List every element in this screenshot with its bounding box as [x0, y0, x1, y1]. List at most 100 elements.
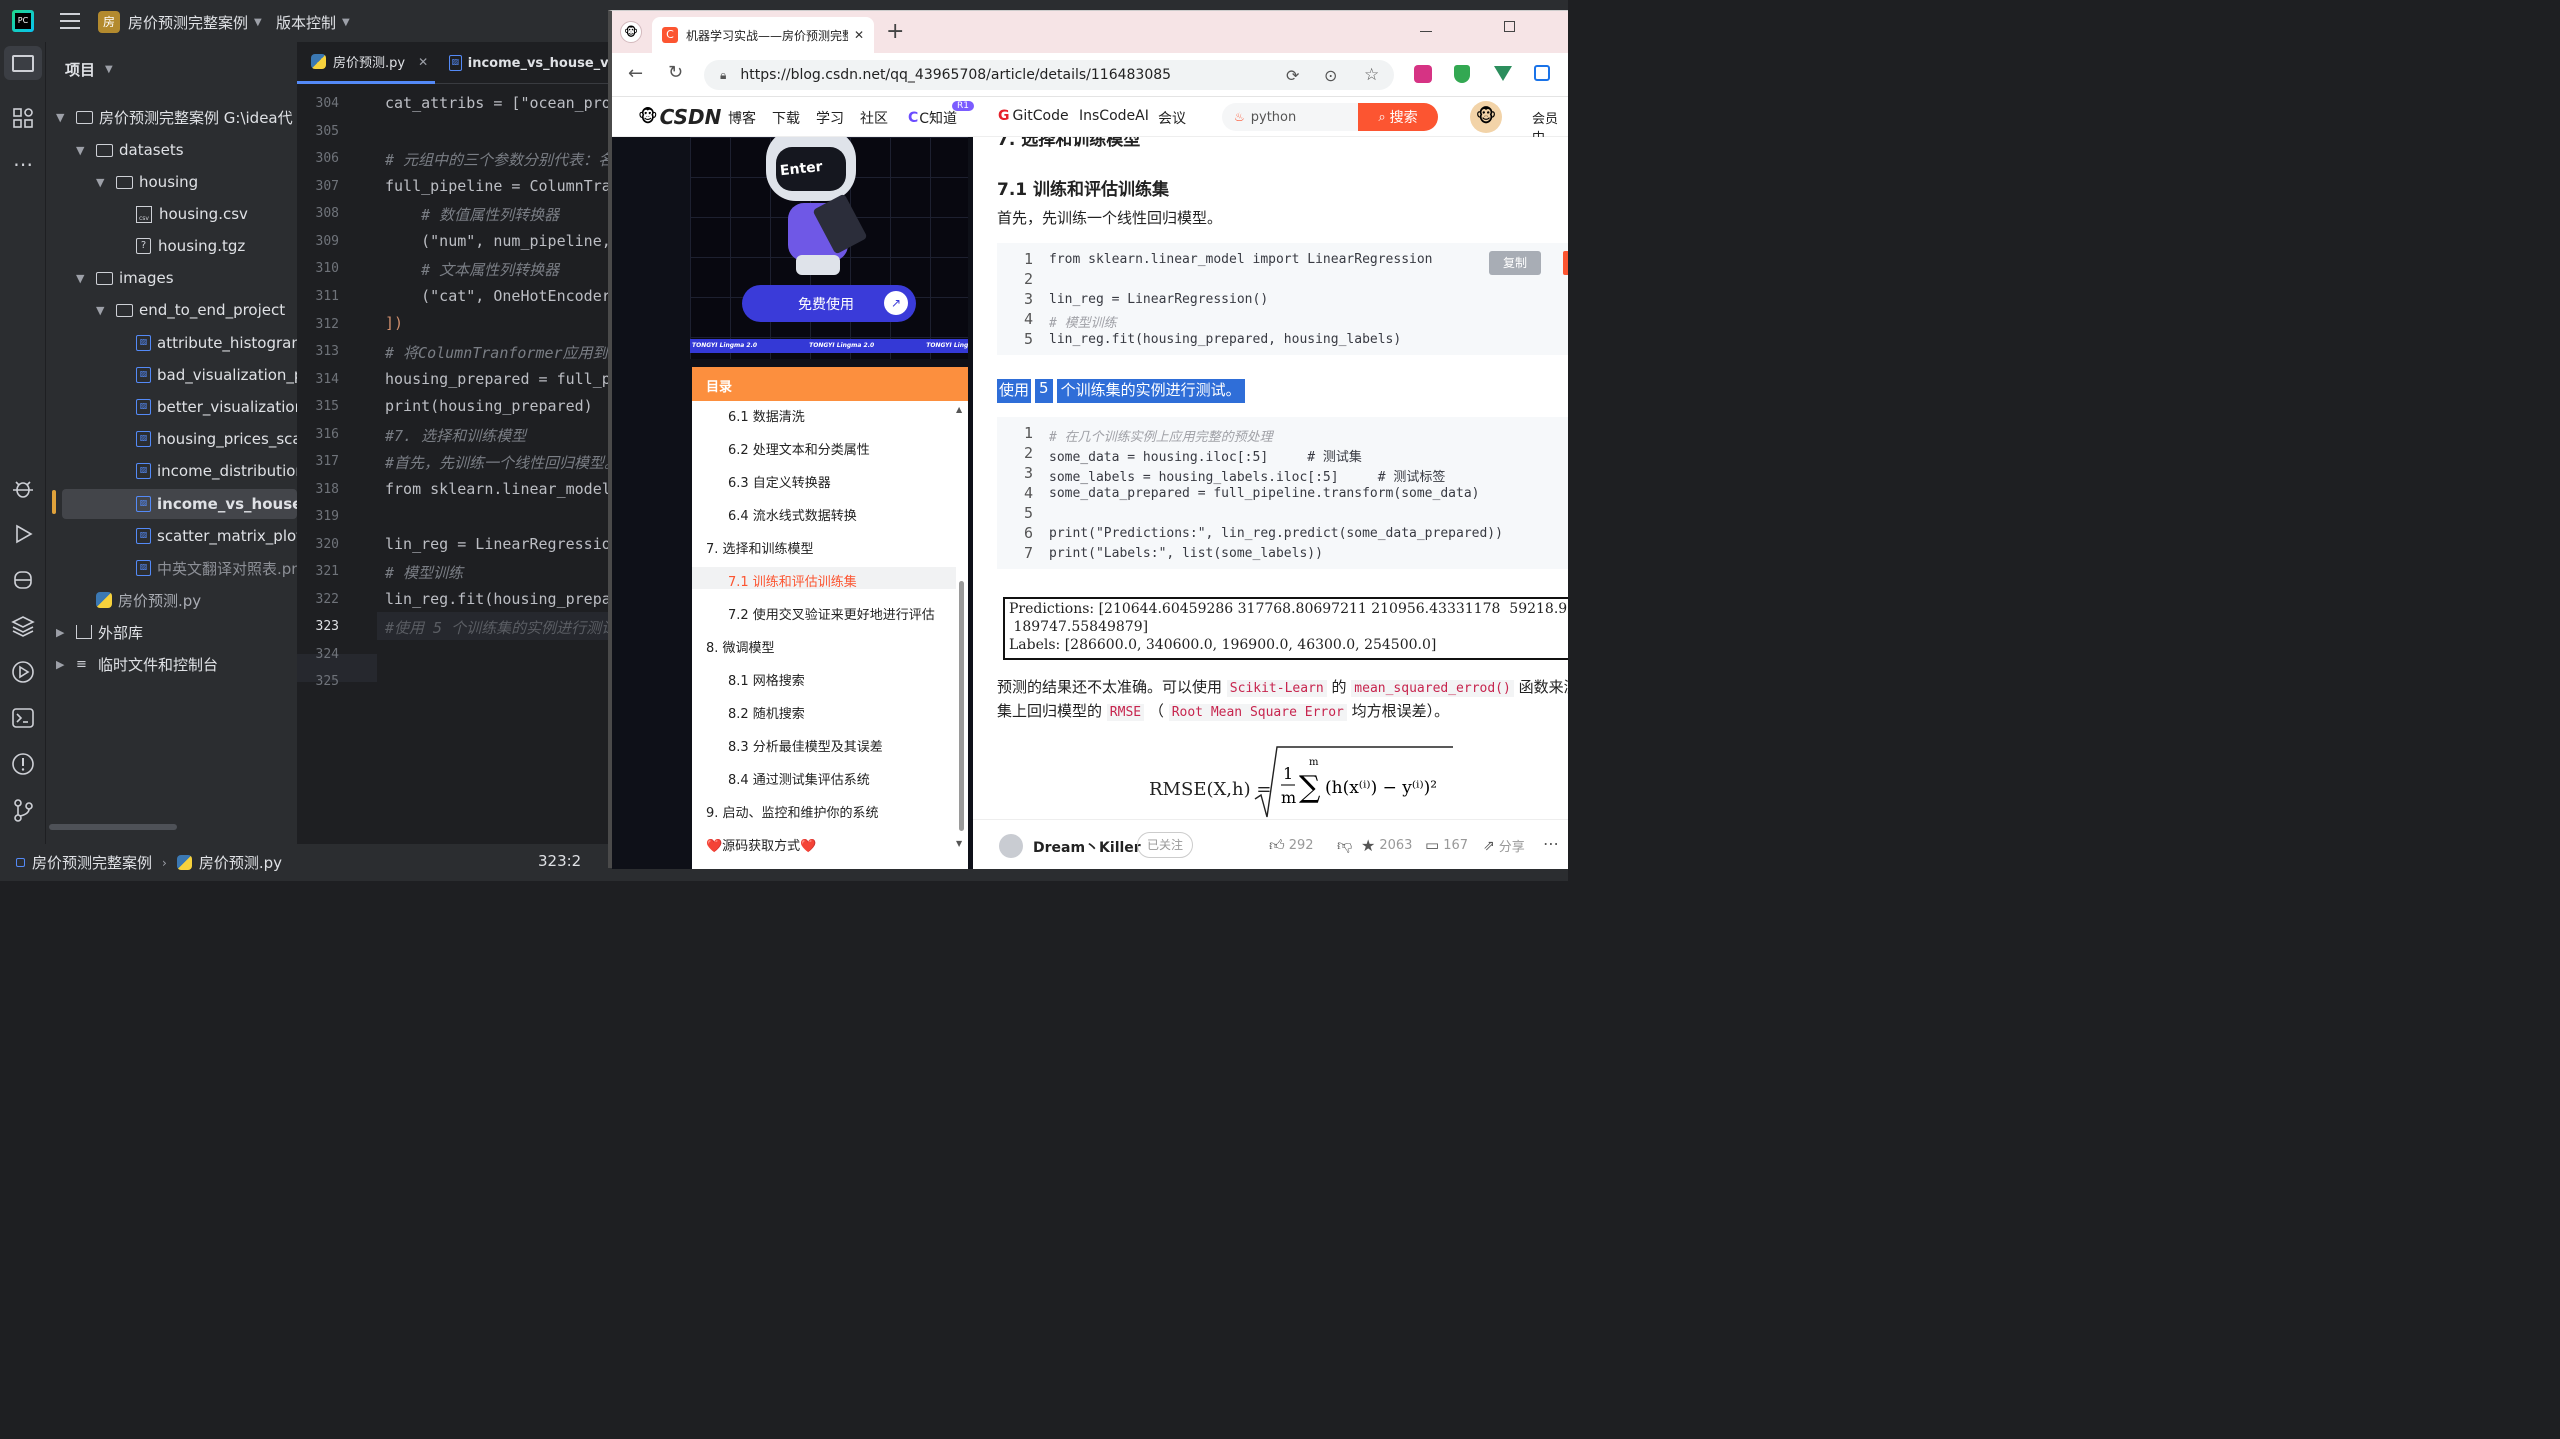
- code-line-current[interactable]: #使用 5 个训练集的实例进行测试。: [385, 617, 631, 638]
- code-line[interactable]: lin_reg = LinearRegression: [385, 535, 620, 553]
- follow-button[interactable]: 已关注: [1137, 832, 1193, 858]
- structure-icon[interactable]: [9, 104, 37, 132]
- tree-row-housing[interactable]: ▼ housing: [96, 168, 198, 196]
- toc-item[interactable]: 6.3 自定义转换器: [728, 472, 831, 491]
- code-line[interactable]: # 文本属性列转换器: [385, 259, 559, 280]
- code-line[interactable]: full_pipeline = ColumnTran: [385, 177, 620, 195]
- tree-row-housing-tgz[interactable]: ? housing.tgz: [136, 232, 245, 260]
- tree-row-image-file[interactable]: ▨ 中英文翻译对照表.pn: [136, 554, 301, 582]
- project-folder-icon[interactable]: [4, 46, 42, 80]
- new-tab-icon[interactable]: +: [886, 19, 904, 44]
- vcs-widget[interactable]: 版本控制 ▼: [276, 10, 350, 34]
- tree-row-image-file-selected[interactable]: ▨ income_vs_house_v: [136, 490, 320, 518]
- toc-item[interactable]: 6.2 处理文本和分类属性: [728, 439, 870, 458]
- dislike-button[interactable]: 👎︎: [1337, 836, 1352, 855]
- toc-item[interactable]: 7.2 使用交叉验证来更好地进行评估: [728, 604, 935, 623]
- code-line[interactable]: # 模型训练: [385, 562, 463, 583]
- problems-icon[interactable]: [9, 750, 37, 778]
- tree-row-root[interactable]: ▼ 房价预测完整案例 G:\idea代: [56, 103, 293, 131]
- run-icon[interactable]: [9, 520, 37, 548]
- maximize-icon[interactable]: [1504, 21, 1515, 32]
- search-input[interactable]: ♨ python: [1222, 103, 1362, 131]
- translate-icon[interactable]: ⟳: [1286, 66, 1299, 85]
- tree-row-housing-csv[interactable]: csv housing.csv: [136, 200, 248, 228]
- code-line[interactable]: print(housing_prepared): [385, 397, 593, 415]
- services-icon[interactable]: [9, 658, 37, 686]
- refresh-icon[interactable]: ↻: [668, 62, 683, 83]
- close-icon[interactable]: ✕: [854, 28, 864, 42]
- python-console-icon[interactable]: [9, 566, 37, 594]
- free-use-button[interactable]: 免费使用 ↗: [742, 285, 916, 322]
- project-scrollbar[interactable]: [49, 824, 177, 830]
- code-line[interactable]: cat_attribs = ["ocean_prox: [385, 94, 620, 112]
- copy-button-2[interactable]: [1563, 251, 1568, 275]
- browser-profile-avatar[interactable]: 🐵: [620, 21, 642, 43]
- terminal-icon[interactable]: [9, 704, 37, 732]
- author-avatar[interactable]: [999, 834, 1023, 858]
- code-line[interactable]: housing_prepared = full_pi: [385, 370, 620, 388]
- toc-item[interactable]: 6.4 流水线式数据转换: [728, 505, 857, 524]
- breadcrumb-project[interactable]: 房价预测完整案例: [32, 852, 152, 873]
- nav-blog[interactable]: 博客: [728, 108, 756, 128]
- tree-row-image-file[interactable]: ▨ housing_prices_sca: [136, 425, 302, 453]
- ad-banner[interactable]: Enter 免费使用 ↗ TONGYI Lingma 2.0 TONGYI Li…: [690, 137, 968, 359]
- favorite-star-icon[interactable]: ☆: [1364, 65, 1379, 85]
- back-icon[interactable]: ←: [628, 63, 643, 84]
- tab-income-vs-house-value[interactable]: ▨ income_vs_house_value: [449, 42, 610, 84]
- tree-row-image-file[interactable]: ▨ scatter_matrix_plot: [136, 522, 302, 550]
- nav-c-zhidao[interactable]: C C知道 R1: [908, 101, 974, 128]
- nav-learn[interactable]: 学习: [816, 108, 844, 128]
- code-line[interactable]: # 数值属性列转换器: [385, 204, 559, 225]
- minimize-icon[interactable]: [1420, 31, 1432, 32]
- star-button[interactable]: ★ 2063: [1361, 836, 1412, 855]
- toc-item[interactable]: 8.1 网格搜索: [728, 670, 805, 689]
- copy-button[interactable]: 复制: [1489, 251, 1541, 275]
- scroll-down-icon[interactable]: ▼: [956, 839, 962, 848]
- cursor-position[interactable]: 323:2: [538, 852, 581, 870]
- user-avatar[interactable]: 🐵: [1470, 101, 1502, 133]
- code-line[interactable]: #7. 选择和训练模型: [385, 425, 526, 446]
- main-menu-icon[interactable]: [60, 10, 80, 30]
- code-line[interactable]: # 元组中的三个参数分别代表：名称: [385, 149, 628, 170]
- tree-row-python-file[interactable]: 房价预测.py: [96, 586, 201, 614]
- tree-row-image-file[interactable]: ▨ attribute_histogram: [136, 329, 306, 357]
- tab-house-price-py[interactable]: 房价预测.py ✕: [297, 42, 435, 84]
- toc-item-active[interactable]: 7.1 训练和评估训练集: [728, 571, 857, 590]
- nav-community[interactable]: 社区: [860, 108, 888, 128]
- copy-extension-icon[interactable]: [1534, 65, 1550, 81]
- toc-item[interactable]: 8.2 随机搜索: [728, 703, 805, 722]
- scroll-up-icon[interactable]: ▲: [956, 405, 962, 414]
- code-line[interactable]: from sklearn.linear_model: [385, 480, 611, 498]
- tree-row-external-libs[interactable]: ▶ 外部库: [56, 618, 143, 646]
- tree-row-image-file[interactable]: ▨ better_visualization: [136, 393, 304, 421]
- more-icon[interactable]: ⊙: [1324, 66, 1337, 85]
- nav-gitcode[interactable]: G GitCode: [998, 108, 1069, 124]
- author-name[interactable]: Dream丶Killer: [1033, 837, 1141, 857]
- tree-row-images[interactable]: ▼ images: [76, 264, 174, 292]
- toc-scrollbar[interactable]: [959, 581, 964, 831]
- extension-icon[interactable]: [1414, 65, 1432, 83]
- toc-item[interactable]: 8.4 通过测试集评估系统: [728, 769, 870, 788]
- shield-icon[interactable]: [1454, 65, 1470, 83]
- layers-icon[interactable]: [9, 612, 37, 640]
- code-line[interactable]: # 将ColumnTranformer应用到房: [385, 342, 623, 363]
- tree-row-image-file[interactable]: ▨ bad_visualization_p: [136, 361, 303, 389]
- nav-download[interactable]: 下载: [772, 108, 800, 128]
- project-panel-header[interactable]: 项目 ▼: [65, 59, 113, 80]
- browser-tab-active[interactable]: C 机器学习实战——房价预测完整案 ✕: [652, 17, 874, 53]
- git-icon[interactable]: [9, 796, 37, 824]
- comment-button[interactable]: ▭ 167: [1425, 836, 1468, 854]
- share-button[interactable]: ⇗ 分享: [1483, 836, 1525, 856]
- tree-row-scratches[interactable]: ▶ ≡ 临时文件和控制台: [56, 650, 218, 678]
- tree-row-image-file[interactable]: ▨ income_distribution: [136, 457, 305, 485]
- code-line[interactable]: #首先，先训练一个线性回归模型。: [385, 452, 619, 473]
- tree-row-datasets[interactable]: ▼ datasets: [76, 136, 184, 164]
- like-button[interactable]: 👍︎ 292: [1269, 836, 1314, 855]
- more-tools-icon[interactable]: ⋯: [9, 150, 37, 178]
- code-line[interactable]: ("num", num_pipeline,: [385, 232, 611, 250]
- search-button[interactable]: ⌕ 搜索: [1358, 103, 1438, 131]
- code-line[interactable]: lin_reg.fit(housing_prepar: [385, 590, 620, 608]
- toc-item[interactable]: 8. 微调模型: [706, 637, 775, 656]
- project-widget[interactable]: 房 房价预测完整案例 ▼: [98, 10, 262, 34]
- toc-item[interactable]: ❤️源码获取方式❤️: [706, 835, 816, 854]
